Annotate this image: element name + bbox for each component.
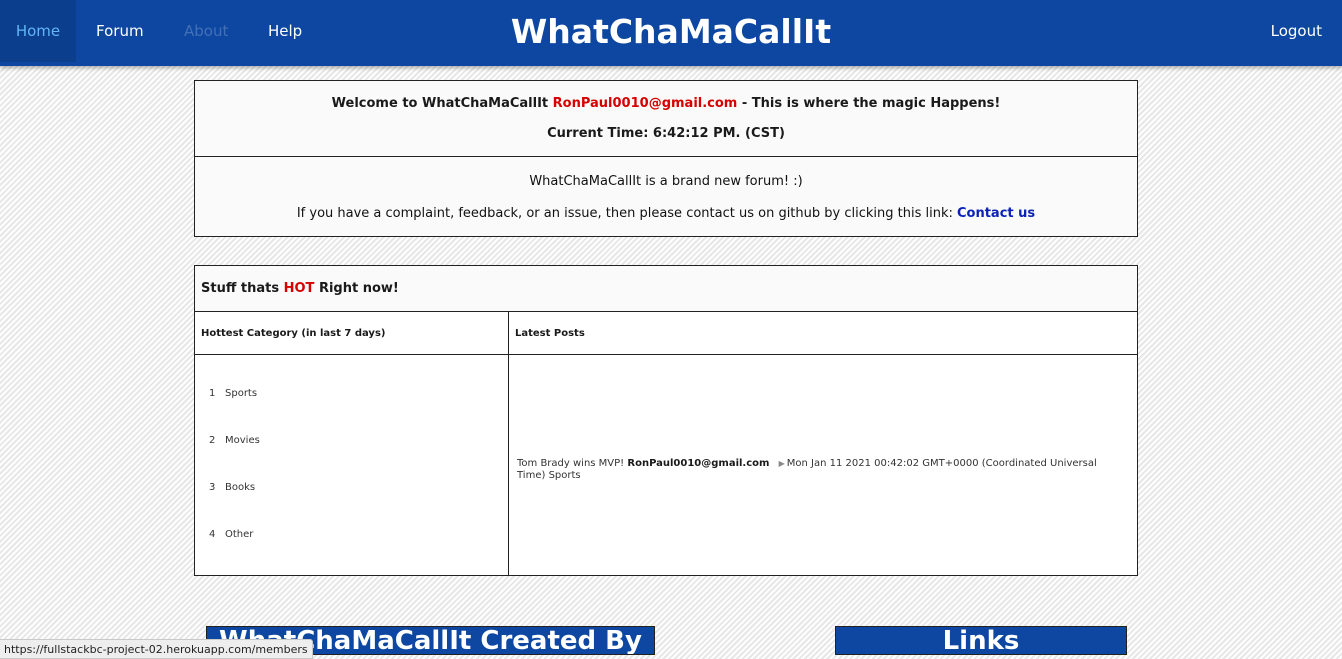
contact-us-link[interactable]: Contact us <box>957 206 1035 221</box>
footer-links-heading: Links <box>835 626 1127 655</box>
hottest-category-header: Hottest Category (in last 7 days) <box>195 312 508 355</box>
about-contact-text: If you have a complaint, feedback, or an… <box>296 206 957 221</box>
category-item[interactable]: 2 Movies <box>209 435 260 482</box>
welcome-suffix: - This is where the magic Happens! <box>737 96 1001 111</box>
category-list: 1 Sports 2 Movies 3 Books 4 Other <box>209 388 260 576</box>
about-panel: WhatChaMaCallIt is a brand new forum! :)… <box>194 156 1138 237</box>
about-contact-line: If you have a complaint, feedback, or an… <box>195 206 1137 221</box>
triangle-right-icon: ▶ <box>778 459 785 468</box>
welcome-panel: Welcome to WhatChaMaCallIt RonPaul0010@g… <box>194 80 1138 157</box>
category-rank: 2 <box>209 435 216 446</box>
category-rank: 1 <box>209 388 216 399</box>
hot-title-hot: HOT <box>283 281 315 296</box>
category-name: Movies <box>225 435 260 446</box>
category-name: Books <box>225 482 256 493</box>
latest-posts-column: Latest Posts Tom Brady wins MVP! RonPaul… <box>509 312 1137 575</box>
latest-posts-header: Latest Posts <box>509 312 1137 355</box>
category-name: Sports <box>225 388 258 399</box>
welcome-message: Welcome to WhatChaMaCallIt RonPaul0010@g… <box>195 96 1137 111</box>
hot-panel: Stuff thats HOT Right now! Hottest Categ… <box>194 265 1138 576</box>
logout-link[interactable]: Logout <box>1259 0 1334 62</box>
hot-title-prefix: Stuff thats <box>201 281 284 296</box>
post-author: RonPaul0010@gmail.com <box>627 458 770 469</box>
category-name: Other <box>225 529 254 540</box>
nav-help-link[interactable]: Help <box>256 0 314 62</box>
hot-title: Stuff thats HOT Right now! <box>195 266 1137 312</box>
nav-about-link[interactable]: About <box>172 0 240 62</box>
user-email: RonPaul0010@gmail.com <box>552 96 738 111</box>
current-time: Current Time: 6:42:12 PM. (CST) <box>547 126 785 141</box>
navbar: Home Forum About Help WhatChaMaCallIt Lo… <box>0 0 1342 66</box>
hottest-category-column: Hottest Category (in last 7 days) 1 Sport… <box>195 312 509 575</box>
about-intro: WhatChaMaCallIt is a brand new forum! :) <box>529 174 803 189</box>
category-item[interactable]: 3 Books <box>209 482 260 529</box>
post-category: Sports <box>548 470 581 481</box>
hot-title-suffix: Right now! <box>314 281 399 296</box>
category-item[interactable]: 4 Other <box>209 529 260 576</box>
category-item[interactable]: 1 Sports <box>209 388 260 435</box>
nav-home-link[interactable]: Home <box>0 0 76 62</box>
category-rank: 4 <box>209 529 216 540</box>
category-rank: 3 <box>209 482 216 493</box>
brand-title[interactable]: WhatChaMaCallIt <box>511 12 831 51</box>
status-bar-url: https://fullstackbc-project-02.herokuapp… <box>0 639 313 659</box>
post-title[interactable]: Tom Brady wins MVP! <box>517 458 624 469</box>
welcome-prefix: Welcome to WhatChaMaCallIt <box>331 96 553 111</box>
nav-forum-link[interactable]: Forum <box>84 0 156 62</box>
latest-post[interactable]: Tom Brady wins MVP! RonPaul0010@gmail.co… <box>517 458 1127 482</box>
